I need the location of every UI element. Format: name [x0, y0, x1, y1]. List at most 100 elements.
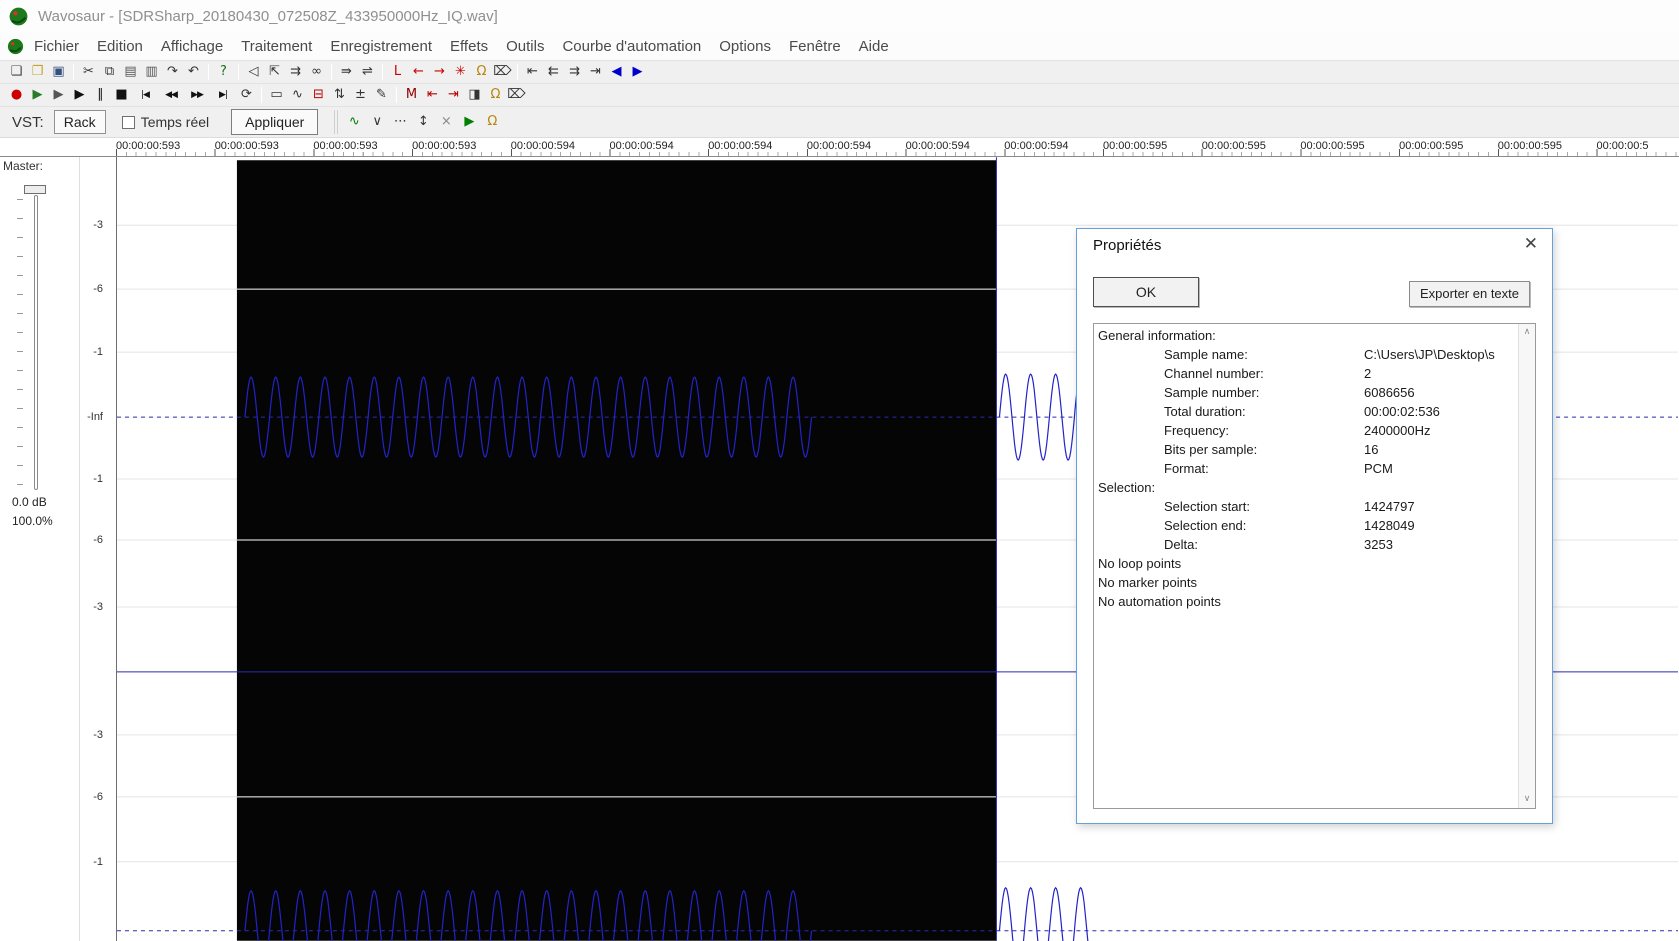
apply-button[interactable]: Appliquer — [231, 109, 319, 135]
spectrum-icon[interactable]: ⇅ — [329, 85, 350, 105]
minor-ticks — [116, 152, 1679, 156]
go-end-icon[interactable]: ▶| — [210, 85, 236, 105]
lock-markers-icon[interactable]: Ω — [471, 62, 492, 82]
lock-edit-icon[interactable]: Ω — [485, 85, 506, 105]
curve-delete-icon[interactable]: × — [438, 112, 454, 132]
automation-toolbar: ∿ ∨ ⋯ ↕ × ▶ Ω — [334, 110, 508, 134]
scroll-down-icon[interactable]: ∨ — [1519, 791, 1535, 808]
open-file-icon[interactable]: ❐ — [27, 62, 48, 82]
record-icon[interactable]: ● — [6, 85, 27, 105]
menu-item-fichier[interactable]: Fichier — [25, 38, 88, 55]
resample-icon[interactable]: ⇉ — [285, 62, 306, 82]
marker-left-icon[interactable]: ← — [408, 62, 429, 82]
help-icon[interactable]: ? — [213, 62, 234, 82]
menu-item-edition[interactable]: Edition — [88, 38, 152, 55]
link-channels-icon[interactable]: ∞ — [306, 62, 327, 82]
trash-markers-icon[interactable]: ⌦ — [492, 62, 513, 82]
menu-item-courbe-d-automation[interactable]: Courbe d'automation — [553, 38, 710, 55]
rewind-icon[interactable]: ◀◀ — [158, 85, 184, 105]
go-start-icon[interactable]: |◀ — [132, 85, 158, 105]
normalize-icon[interactable]: ± — [350, 85, 371, 105]
timeline-label: 00:00:00:593 — [313, 140, 378, 152]
menu-item-fen-tre[interactable]: Fenêtre — [780, 38, 850, 55]
menu-item-outils[interactable]: Outils — [497, 38, 553, 55]
delete-all-markers-icon[interactable]: ✳ — [450, 62, 471, 82]
pencil-icon[interactable]: ✎ — [371, 85, 392, 105]
envelope-icon[interactable]: ∿ — [287, 85, 308, 105]
menu-item-aide[interactable]: Aide — [850, 38, 898, 55]
marker-m-icon[interactable]: M — [401, 85, 422, 105]
stop-icon[interactable]: ■ — [111, 85, 132, 105]
marker-l-icon[interactable]: L — [387, 62, 408, 82]
save-file-icon[interactable]: ▣ — [48, 62, 69, 82]
loop-icon[interactable]: ⟳ — [236, 85, 257, 105]
automation-curve-icon[interactable]: ∿ — [346, 112, 362, 132]
next-view-icon[interactable]: ▶ — [627, 62, 648, 82]
property-row: Format: PCM — [1094, 461, 1535, 480]
property-row: Channel number: 2 — [1094, 366, 1535, 385]
menu-item-affichage[interactable]: Affichage — [152, 38, 232, 55]
master-volume-slider-handle[interactable] — [24, 185, 46, 194]
menu-item-traitement[interactable]: Traitement — [232, 38, 321, 55]
curve-vscale-icon[interactable]: ↕ — [415, 112, 431, 132]
rack-button[interactable]: Rack — [53, 110, 106, 134]
channel-select-icon[interactable]: ◨ — [464, 85, 485, 105]
play-pause-icon[interactable]: ▶ — [27, 85, 48, 105]
property-value: PCM — [1364, 461, 1393, 476]
master-volume-slider-track[interactable] — [34, 195, 38, 490]
properties-list[interactable]: ∧ ∨ General information: Sample name: C:\U… — [1093, 323, 1536, 809]
property-label: General information: — [1098, 328, 1216, 343]
close-icon[interactable]: ✕ — [1524, 234, 1538, 254]
paste-special-icon[interactable]: ▥ — [141, 62, 162, 82]
paste-icon[interactable]: ▤ — [120, 62, 141, 82]
timeline-label: 00:00:00:593 — [116, 140, 181, 152]
property-label: Delta: — [1164, 537, 1198, 552]
speaker-icon[interactable]: ◁ — [243, 62, 264, 82]
play-icon[interactable]: ▶ — [69, 85, 90, 105]
export-text-button[interactable]: Exporter en texte — [1409, 281, 1530, 307]
mix-paste-icon[interactable]: ⇛ — [336, 62, 357, 82]
toolbar-separator — [396, 87, 397, 103]
property-row: No loop points — [1094, 556, 1535, 575]
shift-right-icon[interactable]: ⇥ — [443, 85, 464, 105]
menu-item-effets[interactable]: Effets — [441, 38, 497, 55]
property-label: Sample number: — [1164, 385, 1260, 400]
zoom-out-icon[interactable]: ⇇ — [543, 62, 564, 82]
zoom-end-icon[interactable]: ⇥ — [585, 62, 606, 82]
vst-label: VST: — [12, 113, 44, 131]
timeline-label: 00:00:00:593 — [214, 140, 279, 152]
new-file-icon[interactable]: ❏ — [6, 62, 27, 82]
curve-dropdown-icon[interactable]: ∨ — [369, 112, 385, 132]
delete-silence-icon[interactable]: ⊟ — [308, 85, 329, 105]
property-label: Format: — [1164, 461, 1209, 476]
play-cursor-icon[interactable]: ▶ — [48, 85, 69, 105]
timeline-ruler[interactable]: 00:00:00:593 00:00:00:593 00:00:00:593 00:0… — [0, 137, 1679, 157]
curve-points-icon[interactable]: ⋯ — [392, 112, 408, 132]
fast-forward-icon[interactable]: ▶▶ — [184, 85, 210, 105]
trash-edit-icon[interactable]: ⌦ — [506, 85, 527, 105]
menu-item-options[interactable]: Options — [710, 38, 780, 55]
realtime-checkbox[interactable] — [121, 115, 135, 129]
snap-icon[interactable]: ⇱ — [264, 62, 285, 82]
cut-icon[interactable]: ✂ — [78, 62, 99, 82]
menu-item-enregistrement[interactable]: Enregistrement — [321, 38, 441, 55]
property-label: Bits per sample: — [1164, 442, 1258, 457]
crossfade-icon[interactable]: ⇌ — [357, 62, 378, 82]
curve-lock-icon[interactable]: Ω — [484, 112, 500, 132]
ok-button[interactable]: OK — [1093, 277, 1199, 307]
curve-apply-icon[interactable]: ▶ — [461, 112, 477, 132]
pause-icon[interactable]: ∥ — [90, 85, 111, 105]
amplitude-label: -Inf — [87, 411, 103, 423]
copy-icon[interactable]: ⧉ — [99, 62, 120, 82]
property-label: Selection: — [1098, 480, 1156, 495]
shift-left-icon[interactable]: ⇤ — [422, 85, 443, 105]
insert-silence-icon[interactable]: ▭ — [266, 85, 287, 105]
zoom-in-icon[interactable]: ⇉ — [564, 62, 585, 82]
prev-view-icon[interactable]: ◀ — [606, 62, 627, 82]
undo-icon[interactable]: ↶ — [183, 62, 204, 82]
marker-right-icon[interactable]: → — [429, 62, 450, 82]
property-row: Selection: — [1094, 480, 1535, 499]
master-slider-ticks — [17, 199, 23, 490]
redo-icon[interactable]: ↷ — [162, 62, 183, 82]
zoom-start-icon[interactable]: ⇤ — [522, 62, 543, 82]
